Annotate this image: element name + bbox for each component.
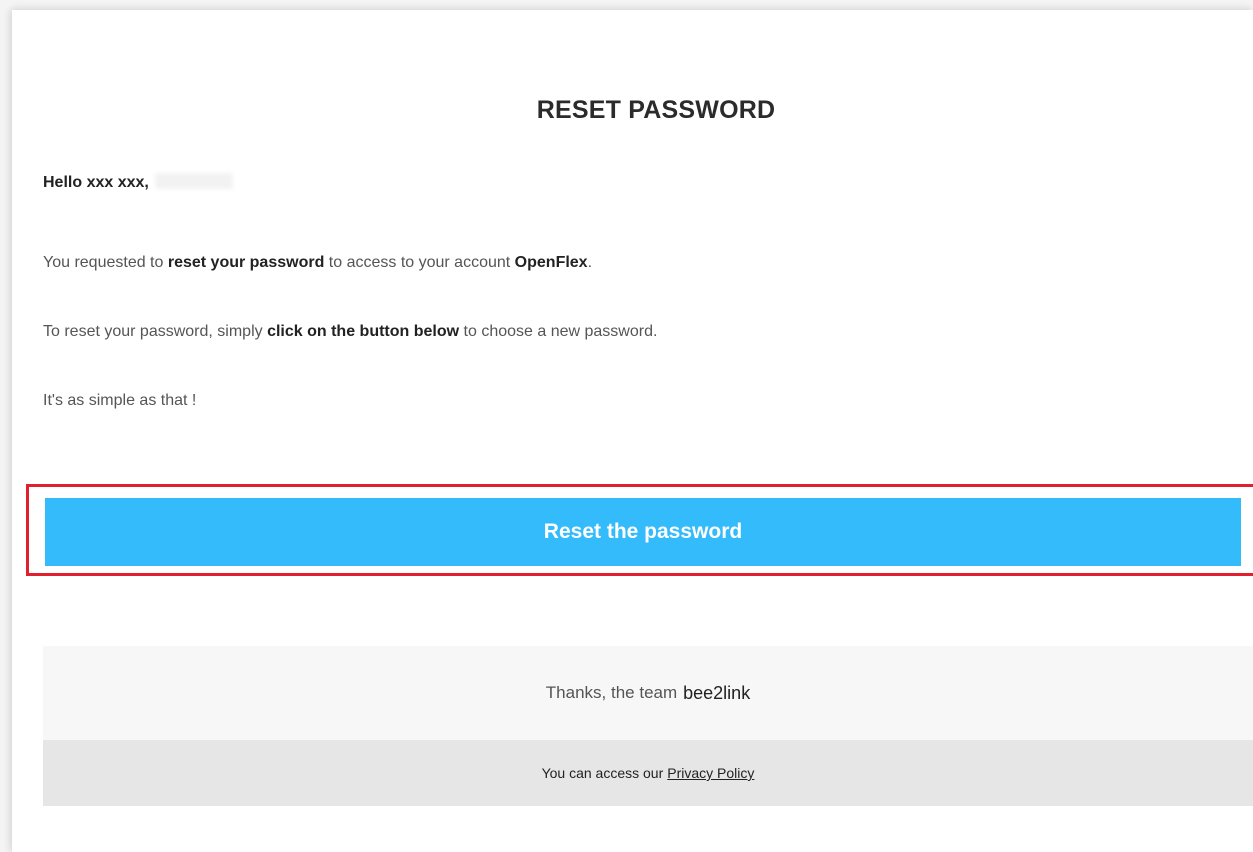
footer-text: You can access our bbox=[541, 765, 664, 781]
greeting-text: Hello xxx xxx, bbox=[43, 174, 149, 191]
p2-text-before: To reset your password, simply bbox=[43, 323, 268, 340]
p2-text-after: to choose a new password. bbox=[459, 323, 658, 340]
email-card: RESET PASSWORD Hello xxx xxx, You reques… bbox=[12, 10, 1253, 852]
reset-password-button[interactable]: Reset the password bbox=[43, 496, 1243, 568]
footer: You can access our Privacy Policy bbox=[43, 740, 1253, 806]
p2-bold-click: click on the button below bbox=[267, 323, 460, 340]
page-title: RESET PASSWORD bbox=[536, 96, 776, 124]
thanks-section: Thanks, the team bee2link bbox=[43, 646, 1253, 740]
p1-text-after: . bbox=[587, 254, 593, 271]
p1-text-middle: to access to your account bbox=[324, 254, 515, 271]
thanks-text: Thanks, the team bbox=[545, 683, 678, 702]
redacted-name bbox=[154, 173, 233, 189]
greeting: Hello xxx xxx, bbox=[43, 173, 233, 192]
simple-paragraph: It's as simple as that ! bbox=[43, 392, 197, 409]
brand-name: bee2link bbox=[683, 682, 751, 703]
request-paragraph: You requested to reset your password to … bbox=[43, 254, 592, 272]
privacy-policy-link[interactable]: Privacy Policy bbox=[667, 765, 754, 781]
instruction-paragraph: To reset your password, simply click on … bbox=[43, 323, 657, 341]
p1-text-before: You requested to bbox=[43, 254, 168, 271]
p1-bold-reset: reset your password bbox=[167, 254, 325, 271]
p1-bold-account: OpenFlex bbox=[514, 254, 588, 271]
